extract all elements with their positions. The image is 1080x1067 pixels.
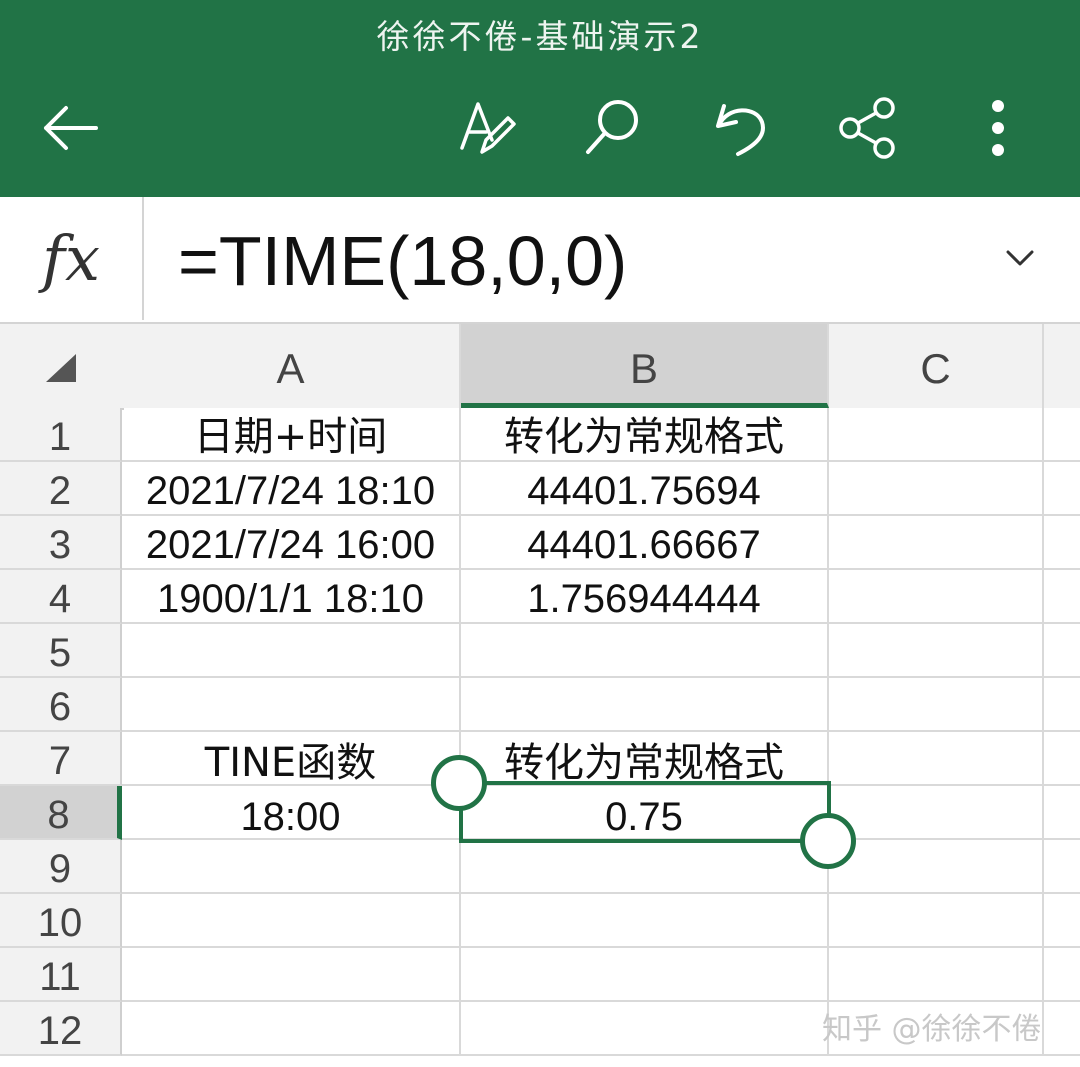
cell-d7[interactable] (1044, 732, 1080, 786)
row-header-5[interactable]: 5 (0, 624, 122, 678)
cell-a8[interactable]: 18:00 (122, 786, 461, 840)
arrow-left-icon[interactable] (34, 92, 106, 164)
cell-a11[interactable] (122, 948, 461, 1002)
cell-c3[interactable] (829, 516, 1044, 570)
cell-b11[interactable] (461, 948, 829, 1002)
column-header-c[interactable]: C (829, 324, 1044, 408)
app-header: 徐徐不倦-基础演示2 (0, 0, 1080, 197)
row-header-1[interactable]: 1 (0, 408, 122, 462)
cell-d12[interactable] (1044, 1002, 1080, 1056)
cell-d9[interactable] (1044, 840, 1080, 894)
row-header-11[interactable]: 11 (0, 948, 122, 1002)
cell-d6[interactable] (1044, 678, 1080, 732)
cell-c10[interactable] (829, 894, 1044, 948)
cell-c8[interactable] (829, 786, 1044, 840)
watermark: 知乎 @徐徐不倦 (822, 1012, 1042, 1047)
search-icon[interactable] (578, 92, 650, 164)
cell-d1[interactable] (1044, 408, 1080, 462)
cell-a5[interactable] (122, 624, 461, 678)
cell-d10[interactable] (1044, 894, 1080, 948)
fx-label: fx (42, 222, 100, 295)
formula-bar: fx =TIME(18,0,0) (0, 197, 1080, 324)
cell-c1[interactable] (829, 408, 1044, 462)
cell-a6[interactable] (122, 678, 461, 732)
cell-a2[interactable]: 2021/7/24 18:10 (122, 462, 461, 516)
row-header-3[interactable]: 3 (0, 516, 122, 570)
cell-c5[interactable] (829, 624, 1044, 678)
row-header-4[interactable]: 4 (0, 570, 122, 624)
chevron-down-icon[interactable] (1000, 238, 1040, 278)
cell-b9[interactable] (461, 840, 829, 894)
cell-b4[interactable]: 1.756944444 (461, 570, 829, 624)
share-icon[interactable] (832, 92, 904, 164)
row-header-8[interactable]: 8 (0, 786, 122, 840)
text-pen-icon[interactable] (452, 92, 524, 164)
cell-d3[interactable] (1044, 516, 1080, 570)
fx-button[interactable]: fx (0, 197, 144, 320)
cell-b2[interactable]: 44401.75694 (461, 462, 829, 516)
cell-b1[interactable]: 转化为常规格式 (461, 408, 829, 462)
cell-a4[interactable]: 1900/1/1 18:10 (122, 570, 461, 624)
cell-d11[interactable] (1044, 948, 1080, 1002)
select-all-triangle-icon (46, 354, 76, 382)
row-header-12[interactable]: 12 (0, 1002, 122, 1056)
row-header-9[interactable]: 9 (0, 840, 122, 894)
selection-outline (459, 781, 831, 843)
column-header-a[interactable]: A (122, 324, 461, 408)
cell-b5[interactable] (461, 624, 829, 678)
cell-a9[interactable] (122, 840, 461, 894)
selection-handle-end[interactable] (800, 813, 856, 869)
cell-d5[interactable] (1044, 624, 1080, 678)
row-header-2[interactable]: 2 (0, 462, 122, 516)
cell-d8[interactable] (1044, 786, 1080, 840)
select-all-button[interactable] (0, 324, 124, 410)
cell-c4[interactable] (829, 570, 1044, 624)
cell-b12[interactable] (461, 1002, 829, 1056)
cell-a1[interactable]: 日期+时间 (122, 408, 461, 462)
cell-d4[interactable] (1044, 570, 1080, 624)
cell-b7[interactable]: 转化为常规格式 (461, 732, 829, 786)
cell-a7[interactable]: TINE函数 (122, 732, 461, 786)
cell-d2[interactable] (1044, 462, 1080, 516)
formula-input[interactable]: =TIME(18,0,0) (178, 221, 627, 301)
undo-icon[interactable] (704, 92, 776, 164)
cell-b10[interactable] (461, 894, 829, 948)
row-header-6[interactable]: 6 (0, 678, 122, 732)
cell-a12[interactable] (122, 1002, 461, 1056)
cell-b6[interactable] (461, 678, 829, 732)
cell-a10[interactable] (122, 894, 461, 948)
cell-c6[interactable] (829, 678, 1044, 732)
selection-handle-start[interactable] (431, 755, 487, 811)
document-title: 徐徐不倦-基础演示2 (376, 17, 704, 56)
cell-c11[interactable] (829, 948, 1044, 1002)
row-header-10[interactable]: 10 (0, 894, 122, 948)
cell-c2[interactable] (829, 462, 1044, 516)
row-header-7[interactable]: 7 (0, 732, 122, 786)
cell-c9[interactable] (829, 840, 1044, 894)
column-header-d[interactable] (1044, 324, 1080, 408)
column-header-b[interactable]: B (461, 324, 829, 408)
more-vertical-icon[interactable] (962, 92, 1034, 164)
cell-c7[interactable] (829, 732, 1044, 786)
cell-a3[interactable]: 2021/7/24 16:00 (122, 516, 461, 570)
cell-b3[interactable]: 44401.66667 (461, 516, 829, 570)
